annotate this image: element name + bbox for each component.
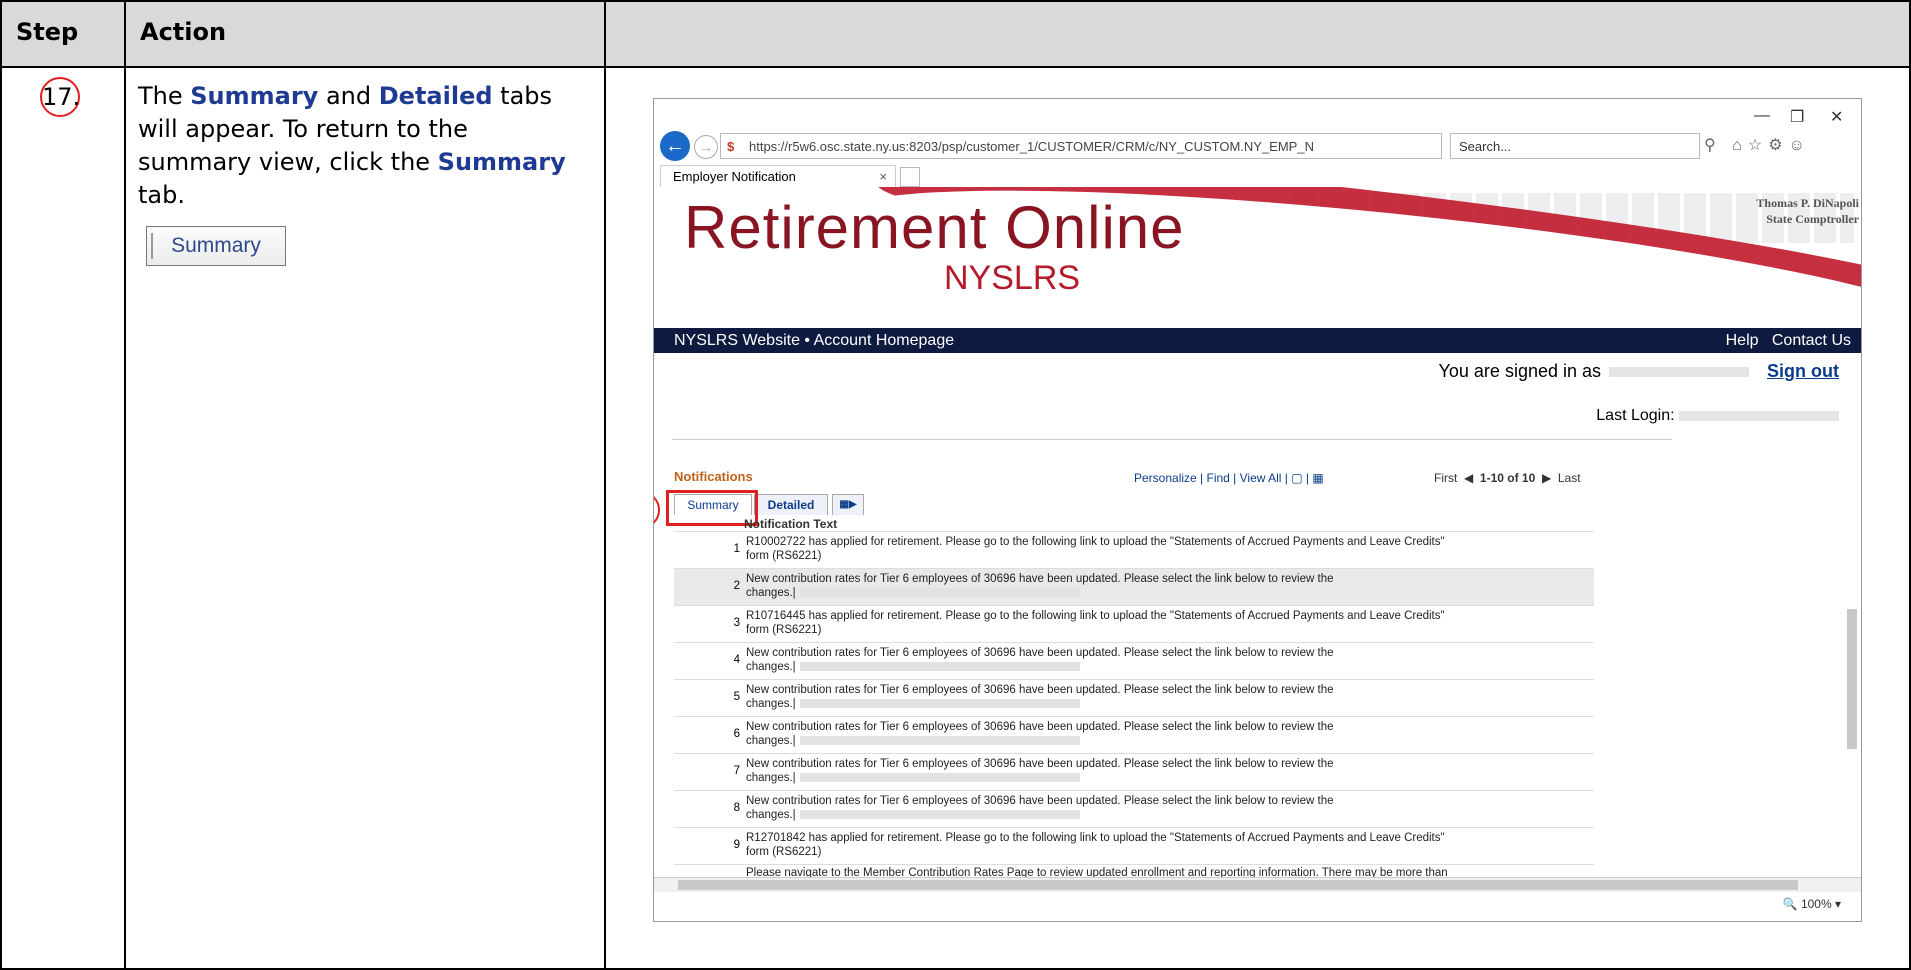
help-link[interactable]: Help	[1726, 332, 1759, 349]
screenshot-column-header	[604, 0, 1911, 68]
download-icon[interactable]: ▦	[1312, 471, 1323, 485]
comptroller-credit: Thomas P. DiNapoli State Comptroller	[1756, 196, 1859, 226]
action-column-header: Action	[124, 0, 606, 68]
show-all-columns-icon[interactable]: ▦▶	[832, 494, 864, 515]
notifications-title: Notifications	[674, 469, 753, 484]
table-row[interactable]: 9 R12701842 has applied for retirement. P…	[674, 827, 1594, 864]
zoom-level[interactable]: 🔍 100% ▾	[1783, 897, 1841, 911]
site-logo[interactable]: Retirement Online	[684, 193, 1185, 262]
step-cell	[0, 66, 126, 970]
contact-link[interactable]: Contact Us	[1772, 332, 1851, 349]
notification-rows: 1 R10002722 has applied for retirement. P…	[674, 531, 1594, 879]
step-number: 17.	[40, 77, 80, 117]
back-icon[interactable]: ←	[660, 131, 690, 161]
redacted-link	[799, 588, 1080, 598]
browser-window: — ❐ ✕ ← → $ https://r5w6.osc.state.ny.us:…	[653, 98, 1862, 922]
next-icon[interactable]: ▶	[1542, 471, 1551, 485]
redacted-link	[799, 736, 1080, 746]
tab-detailed[interactable]: Detailed	[754, 494, 828, 515]
site-banner: Retirement Online NYSLRS	[654, 187, 1861, 307]
redacted-link	[799, 699, 1080, 709]
table-row[interactable]: 7 New contribution rates for Tier 6 emplo…	[674, 753, 1594, 790]
smiley-icon: ☺	[1788, 137, 1811, 154]
redacted-link	[799, 773, 1080, 783]
star-icon: ☆	[1747, 137, 1769, 154]
horizontal-scrollbar[interactable]	[654, 877, 1861, 892]
zoom-grid-icon[interactable]: ▢	[1291, 471, 1302, 485]
summary-term: Summary	[190, 82, 319, 110]
browser-tab-bar: Employer Notification ×	[654, 165, 1861, 187]
find-link[interactable]: Find	[1207, 471, 1230, 485]
first-link[interactable]: First	[1434, 471, 1457, 485]
last-link[interactable]: Last	[1558, 471, 1581, 485]
browser-tab[interactable]: Employer Notification ×	[660, 165, 896, 187]
table-row[interactable]: 6 New contribution rates for Tier 6 emplo…	[674, 716, 1594, 753]
minimize-icon[interactable]: —	[1754, 107, 1770, 125]
prev-icon[interactable]: ◀	[1464, 471, 1473, 485]
vertical-scrollbar[interactable]	[1845, 459, 1859, 879]
close-icon[interactable]: ✕	[1830, 107, 1843, 127]
table-row[interactable]: 8 New contribution rates for Tier 6 emplo…	[674, 790, 1594, 827]
view-all-link[interactable]: View All	[1240, 471, 1282, 485]
table-row[interactable]: 4 New contribution rates for Tier 6 emplo…	[674, 642, 1594, 679]
search-icon: ⚲	[1704, 137, 1722, 154]
summary-tab-illustration: Summary	[146, 226, 286, 266]
grid-toolbar: Personalize | Find | View All | ▢ | ▦	[1134, 471, 1324, 485]
site-nav-bar: NYSLRS Website • Account Homepage Help C…	[654, 328, 1861, 353]
nyslrs-logo: NYSLRS	[944, 259, 1081, 297]
column-header-notification-text[interactable]: Notification Text	[744, 517, 837, 531]
step-callout: 17	[654, 491, 660, 529]
personalize-link[interactable]: Personalize	[1134, 471, 1197, 485]
gear-icon: ⚙	[1768, 137, 1789, 154]
grid-pager: First ◀ 1-10 of 10 ▶ Last	[1434, 471, 1581, 485]
summary-term-2: Summary	[437, 148, 566, 176]
table-row[interactable]: 5 New contribution rates for Tier 6 emplo…	[674, 679, 1594, 716]
table-row[interactable]: 1 R10002722 has applied for retirement. P…	[674, 531, 1594, 568]
step-column-header: Step	[0, 0, 126, 68]
address-bar-row: ← → $ https://r5w6.osc.state.ny.us:8203/p…	[654, 129, 1861, 163]
toolbar-icons[interactable]: ⚲ ⌂☆⚙☺	[1704, 135, 1811, 155]
step-instruction: The Summary and Detailed tabs will appea…	[138, 82, 566, 209]
redacted-name	[1609, 367, 1750, 378]
forward-icon[interactable]: →	[694, 135, 718, 159]
browser-search-input[interactable]: Search...	[1450, 133, 1700, 159]
new-tab-icon[interactable]	[900, 167, 920, 187]
sign-out-link[interactable]: Sign out	[1767, 361, 1839, 381]
last-login: Last Login:	[1596, 407, 1839, 425]
redacted-date	[1679, 410, 1839, 421]
redacted-link	[799, 810, 1080, 820]
site-favicon-icon: $	[727, 139, 735, 154]
home-icon: ⌂	[1732, 137, 1748, 154]
nav-links-left[interactable]: NYSLRS Website • Account Homepage	[674, 328, 954, 353]
table-row[interactable]: 3 R10716445 has applied for retirement. P…	[674, 605, 1594, 642]
restore-icon[interactable]: ❐	[1790, 107, 1804, 127]
table-row[interactable]: 2 New contribution rates for Tier 6 emplo…	[674, 568, 1594, 605]
redacted-link	[799, 662, 1080, 672]
url-field[interactable]: $ https://r5w6.osc.state.ny.us:8203/psp/c…	[720, 133, 1442, 159]
signed-in-status: You are signed in as Sign out	[1438, 361, 1839, 381]
detailed-term: Detailed	[378, 82, 493, 110]
close-tab-icon[interactable]: ×	[879, 166, 887, 188]
